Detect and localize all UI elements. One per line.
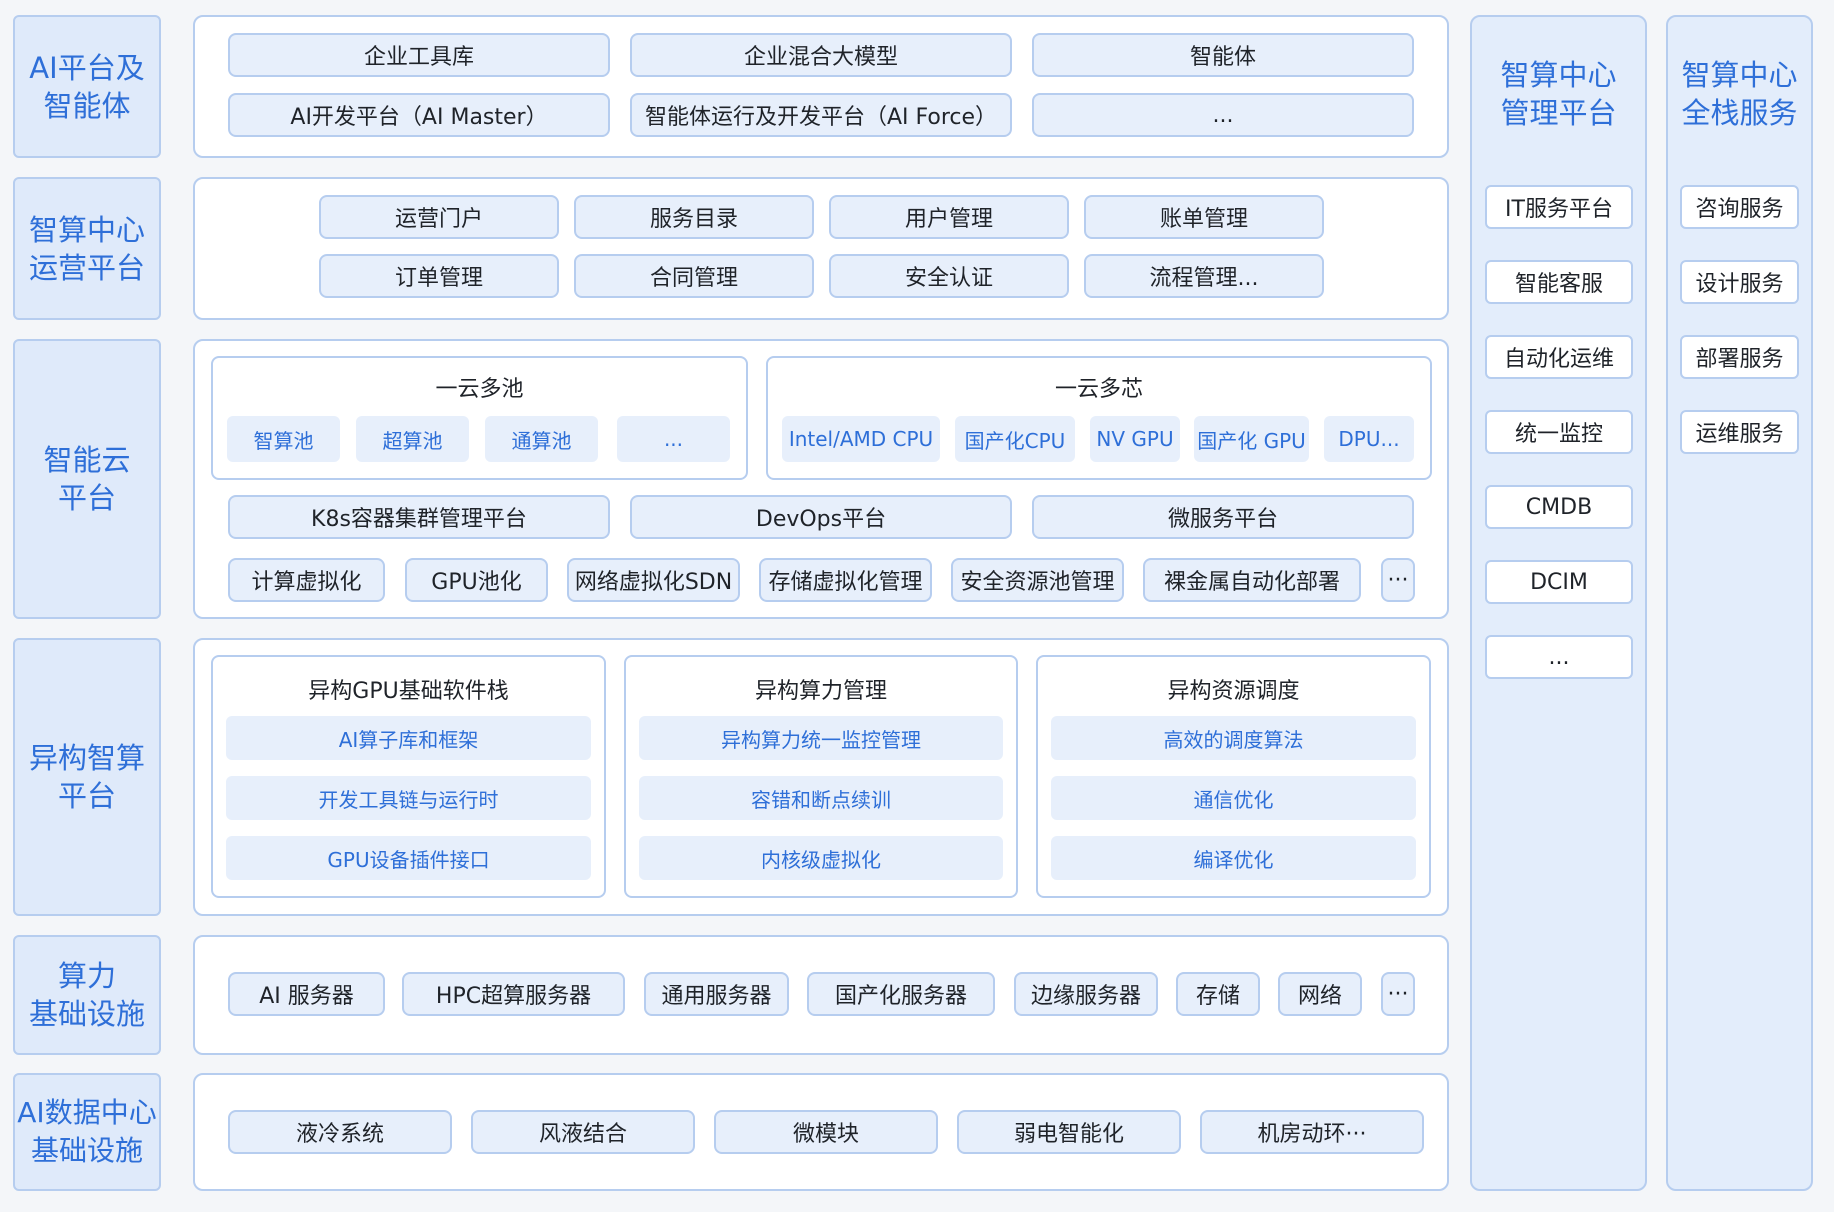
microservice-platform-box: 微服务平台	[1032, 495, 1414, 539]
group-item: AI算子库和框架	[226, 716, 591, 760]
chip-type-chip: 国产化 GPU	[1194, 416, 1309, 462]
order-management-box: 订单管理	[319, 254, 559, 298]
service-item: 咨询服务	[1680, 185, 1799, 229]
liquid-cooling-box: 液冷系统	[228, 1110, 452, 1154]
group-item: 通信优化	[1051, 776, 1416, 820]
general-server-box: 通用服务器	[644, 972, 789, 1016]
layer-label-ai-platform: AI平台及 智能体	[13, 15, 161, 158]
group-item: 容错和断点续训	[639, 776, 1003, 820]
service-item: 运维服务	[1680, 410, 1799, 454]
network-box: 网络	[1278, 972, 1362, 1016]
mgmt-platform-title: 智算中心 管理平台	[1500, 58, 1617, 130]
ai-master-box: AI开发平台（AI Master）	[228, 93, 610, 137]
service-catalog-box: 服务目录	[574, 195, 814, 239]
machine-room-box: 机房动环···	[1200, 1110, 1424, 1154]
security-pool-box: 安全资源池管理	[951, 558, 1124, 602]
chip-type-chip: NV GPU	[1090, 416, 1180, 462]
process-management-box: 流程管理...	[1084, 254, 1324, 298]
group-title: 异构GPU基础软件栈	[308, 679, 509, 704]
mgmt-item: 自动化运维	[1485, 335, 1633, 379]
mgmt-item: CMDB	[1485, 485, 1633, 529]
ops-portal-box: 运营门户	[319, 195, 559, 239]
gpu-pooling-box: GPU池化	[405, 558, 548, 602]
enterprise-toolkit-box: 企业工具库	[228, 33, 610, 77]
service-title: 智算中心 全栈服务	[1681, 58, 1798, 130]
group-item: 编译优化	[1051, 836, 1416, 880]
pool-chip: 通算池	[485, 416, 598, 462]
user-management-box: 用户管理	[829, 195, 1069, 239]
ai-force-box: 智能体运行及开发平台（AI Force）	[630, 93, 1012, 137]
mgmt-item: IT服务平台	[1485, 185, 1633, 229]
multi-chip-title: 一云多芯	[1054, 377, 1143, 402]
service-item: 部署服务	[1680, 335, 1799, 379]
devops-platform-box: DevOps平台	[630, 495, 1012, 539]
chip-type-chip: 国产化CPU	[955, 416, 1075, 462]
mgmt-item: 智能客服	[1485, 260, 1633, 304]
low-voltage-box: 弱电智能化	[957, 1110, 1181, 1154]
contract-management-box: 合同管理	[574, 254, 814, 298]
group-item: 内核级虚拟化	[639, 836, 1003, 880]
enterprise-hybrid-model-box: 企业混合大模型	[630, 33, 1012, 77]
layer-label-compute-infra: 算力 基础设施	[13, 935, 161, 1055]
hpc-server-box: HPC超算服务器	[402, 972, 625, 1016]
multi-pool-title: 一云多池	[435, 377, 524, 402]
chip-type-chip: DPU...	[1324, 416, 1414, 462]
group-item: 高效的调度算法	[1051, 716, 1416, 760]
storage-virtualization-box: 存储虚拟化管理	[759, 558, 932, 602]
mgmt-item: DCIM	[1485, 560, 1633, 604]
layer-label-cloud-platform: 智能云 平台	[13, 339, 161, 619]
group-item: 异构算力统一监控管理	[639, 716, 1003, 760]
pool-chip: 超算池	[356, 416, 469, 462]
bare-metal-box: 裸金属自动化部署	[1143, 558, 1361, 602]
service-item: 设计服务	[1680, 260, 1799, 304]
group-title: 异构算力管理	[754, 679, 887, 704]
air-liquid-box: 风液结合	[471, 1110, 695, 1154]
billing-management-box: 账单管理	[1084, 195, 1324, 239]
edge-server-box: 边缘服务器	[1014, 972, 1158, 1016]
domestic-server-box: 国产化服务器	[807, 972, 995, 1016]
group-item: GPU设备插件接口	[226, 836, 591, 880]
mgmt-item: 统一监控	[1485, 410, 1633, 454]
pool-chip: 智算池	[227, 416, 340, 462]
ai-platform-more-box: ...	[1032, 93, 1414, 137]
agent-box: 智能体	[1032, 33, 1414, 77]
chip-type-chip: Intel/AMD CPU	[782, 416, 940, 462]
security-auth-box: 安全认证	[829, 254, 1069, 298]
layer-label-hetero-platform: 异构智算 平台	[13, 638, 161, 916]
ai-server-box: AI 服务器	[228, 972, 385, 1016]
cloud-more-box: ···	[1381, 558, 1415, 602]
micro-module-box: 微模块	[714, 1110, 938, 1154]
compute-virtualization-box: 计算虚拟化	[228, 558, 385, 602]
layer-label-ops-platform: 智算中心 运营平台	[13, 177, 161, 320]
sdn-box: 网络虚拟化SDN	[567, 558, 740, 602]
group-item: 开发工具链与运行时	[226, 776, 591, 820]
layer-label-dc-infra: AI数据中心 基础设施	[13, 1073, 161, 1191]
mgmt-item: ...	[1485, 635, 1633, 679]
k8s-platform-box: K8s容器集群管理平台	[228, 495, 610, 539]
pool-chip: ...	[617, 416, 730, 462]
group-title: 异构资源调度	[1167, 679, 1300, 704]
storage-box: 存储	[1176, 972, 1260, 1016]
compute-more-box: ···	[1381, 972, 1415, 1016]
